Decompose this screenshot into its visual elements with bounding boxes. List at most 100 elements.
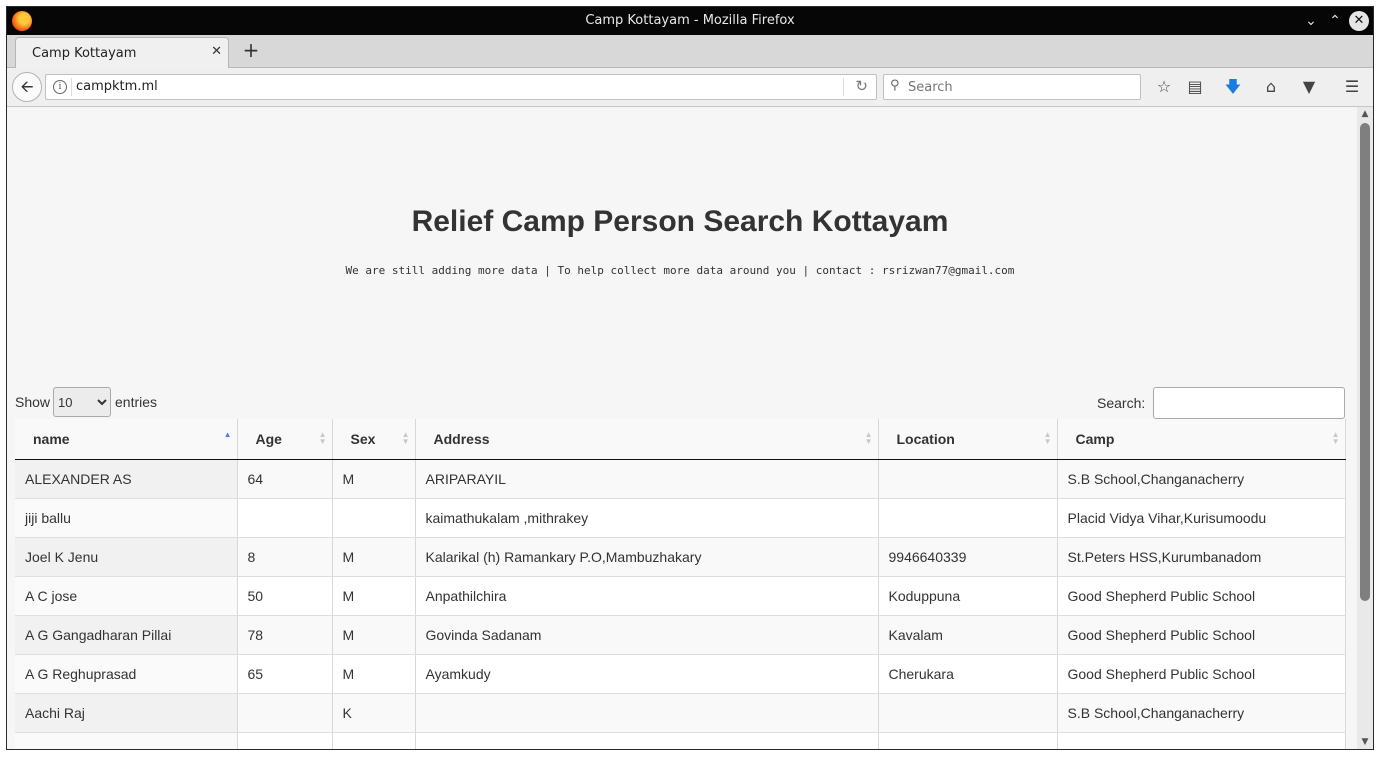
cell-sex — [332, 498, 416, 538]
url-separator-right — [843, 78, 844, 96]
sort-both-icon: ▲ ▼ — [1331, 430, 1340, 446]
scroll-up-icon[interactable]: ▲ — [1357, 109, 1373, 119]
cell-camp — [1057, 732, 1346, 749]
cell-age — [237, 498, 333, 538]
tab-strip: Camp Kottayam ✕ + — [7, 35, 1373, 68]
cell-address: Govinda Sadanam — [415, 615, 879, 655]
cell-name — [15, 732, 238, 749]
cell-location — [878, 498, 1058, 538]
table-row: Aachi Raj K S.B School,Changanacherry — [15, 693, 1346, 733]
tab-camp-kottayam[interactable]: Camp Kottayam ✕ — [15, 37, 229, 68]
downloads-icon[interactable]: 🡇 — [1222, 76, 1244, 98]
sort-both-icon: ▲ ▼ — [318, 430, 327, 446]
maximize-icon[interactable]: ⌃ — [1325, 11, 1345, 31]
column-header-location[interactable]: Location ▲ ▼ — [878, 419, 1058, 460]
sort-ascending-icon: ▲ — [223, 430, 232, 439]
cell-age: 78 — [237, 615, 333, 655]
sort-both-icon: ▲ ▼ — [401, 430, 410, 446]
column-header-camp[interactable]: Camp ▲ ▼ — [1057, 419, 1346, 460]
cell-age — [237, 693, 333, 733]
cell-sex: M — [332, 537, 416, 577]
url-text[interactable]: campktm.ml — [76, 79, 158, 94]
tab-close-icon[interactable]: ✕ — [211, 44, 222, 59]
cell-name: jiji ballu — [15, 498, 238, 538]
cell-age: 64 — [237, 459, 333, 499]
cell-camp: Good Shepherd Public School — [1057, 654, 1346, 694]
cell-location — [878, 732, 1058, 749]
page-title: Relief Camp Person Search Kottayam — [411, 205, 949, 238]
window-title: Camp Kottayam - Mozilla Firefox — [585, 13, 795, 28]
cell-age: 50 — [237, 576, 333, 616]
cell-camp: Placid Vidya Vihar,Kurisumoodu — [1057, 498, 1346, 538]
column-label: Age — [255, 431, 282, 447]
back-arrow-icon[interactable]: 🡨 — [12, 72, 42, 102]
cell-location: Kavalam — [878, 615, 1058, 655]
table-search-input[interactable] — [1153, 387, 1345, 419]
cell-name: Aachi Raj — [15, 693, 238, 733]
entries-label: entries — [115, 394, 158, 410]
scroll-down-icon[interactable]: ▼ — [1357, 737, 1373, 747]
table-row: jiji ballu kaimathukalam ,mithrakey Placid… — [15, 498, 1346, 538]
column-header-age[interactable]: Age ▲ ▼ — [237, 419, 333, 460]
table-row: ALEXANDER AS 64 M ARIPARAYIL S.B School,Chan… — [15, 459, 1346, 499]
cell-name: A C jose — [15, 576, 238, 616]
cell-sex: M — [332, 615, 416, 655]
cell-sex: M — [332, 654, 416, 694]
cell-camp: S.B School,Changanacherry — [1057, 693, 1346, 733]
cell-name: Joel K Jenu — [15, 537, 238, 577]
close-window-icon[interactable]: ✕ — [1349, 11, 1369, 31]
cell-age: 65 — [237, 654, 333, 694]
title-bar: Camp Kottayam - Mozilla Firefox ⌄ ⌃ ✕ — [7, 7, 1373, 35]
cell-sex: M — [332, 576, 416, 616]
cell-name: ALEXANDER AS — [15, 459, 238, 499]
tab-label: Camp Kottayam — [32, 46, 137, 61]
cell-location: Cherukara — [878, 654, 1058, 694]
cell-sex — [332, 732, 416, 749]
column-header-sex[interactable]: Sex ▲ ▼ — [332, 419, 416, 460]
cell-name: A G Gangadharan Pillai — [15, 615, 238, 655]
page-subtitle: We are still adding more data | To help … — [345, 264, 1015, 277]
home-icon[interactable]: ⌂ — [1260, 76, 1282, 98]
cell-sex: M — [332, 459, 416, 499]
page-length-select[interactable]: 10 — [53, 387, 111, 417]
column-label: Location — [896, 431, 955, 447]
cell-address: kaimathukalam ,mithrakey — [415, 498, 879, 538]
menu-hamburger-icon[interactable]: ☰ — [1341, 76, 1363, 98]
cell-name: A G Reghuprasad — [15, 654, 238, 694]
url-bar[interactable]: i campktm.ml ↻ — [45, 74, 877, 100]
column-label: Address — [433, 431, 490, 447]
bookmark-star-icon[interactable]: ☆ — [1153, 76, 1175, 98]
search-icon: ⚲ — [890, 78, 900, 93]
reload-icon[interactable]: ↻ — [855, 77, 868, 95]
info-icon[interactable]: i — [53, 80, 67, 94]
person-table: name ▲ Age ▲ ▼ Sex ▲ ▼ Address ▲ ▼ Location ▲ ▼ C… — [15, 419, 1346, 749]
table-row: A C jose 50 M Anpathilchira Koduppuna Good Sh… — [15, 576, 1346, 616]
cell-camp: Good Shepherd Public School — [1057, 576, 1346, 616]
cell-address: Ayamkudy — [415, 654, 879, 694]
table-row: A G Gangadharan Pillai 78 M Govinda Sadanam… — [15, 615, 1346, 655]
cell-location: 9946640339 — [878, 537, 1058, 577]
page-content: Relief Camp Person Search Kottayam We ar… — [7, 107, 1357, 749]
show-label: Show — [15, 394, 51, 410]
scrollbar-thumb[interactable] — [1360, 123, 1370, 601]
table-body: ALEXANDER AS 64 M ARIPARAYIL S.B School,Chan… — [15, 459, 1346, 749]
sort-both-icon: ▲ ▼ — [864, 430, 873, 446]
page-scrollbar[interactable]: ▲ ▼ — [1357, 107, 1373, 749]
minimize-icon[interactable]: ⌄ — [1301, 11, 1321, 31]
url-separator — [71, 78, 72, 96]
column-label: Camp — [1075, 431, 1115, 447]
browser-search-input[interactable] — [906, 77, 1130, 97]
pocket-icon[interactable]: ▼ — [1298, 76, 1320, 98]
bookmarks-list-icon[interactable]: ▤ — [1184, 76, 1206, 98]
new-tab-icon[interactable]: + — [241, 40, 261, 60]
cell-camp: St.Peters HSS,Kurumbanadom — [1057, 537, 1346, 577]
cell-address: Anpathilchira — [415, 576, 879, 616]
cell-address: Kalarikal (h) Ramankary P.O,Mambuzhakary — [415, 537, 879, 577]
cell-address — [415, 732, 879, 749]
navigation-bar: 🡨 i campktm.ml ↻ ⚲ ☆ ▤ 🡇 ⌂ ▼ ☰ — [7, 68, 1373, 107]
cell-sex: K — [332, 693, 416, 733]
browser-search-bar[interactable]: ⚲ — [883, 74, 1141, 100]
column-header-name[interactable]: name ▲ — [15, 419, 238, 460]
column-header-address[interactable]: Address ▲ ▼ — [415, 419, 879, 460]
cell-camp: Good Shepherd Public School — [1057, 615, 1346, 655]
